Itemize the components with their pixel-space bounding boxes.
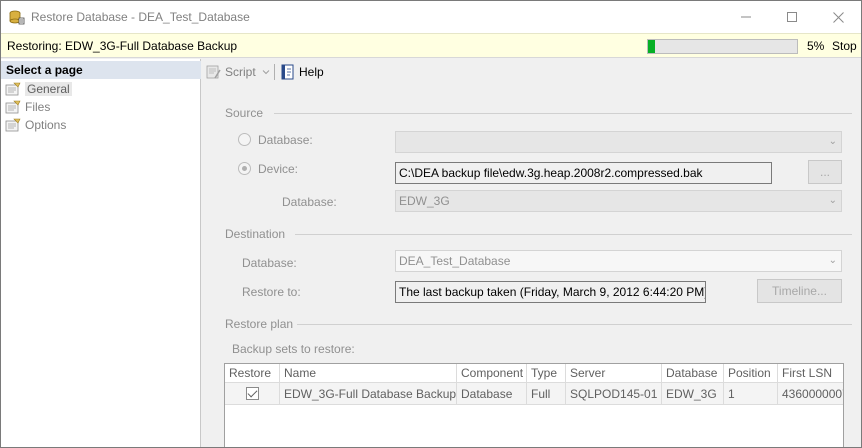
page-item-label: Files <box>25 99 51 114</box>
close-icon <box>832 11 844 23</box>
column-header-database[interactable]: Database <box>662 364 724 382</box>
destination-database-value: DEA_Test_Database <box>399 254 511 268</box>
source-section-label: Source <box>225 106 264 120</box>
chevron-down-icon: ⌄ <box>828 255 837 266</box>
name-cell: EDW_3G-Full Database Backup <box>280 383 457 404</box>
server-cell: SQLPOD145-01 <box>566 383 662 404</box>
type-cell: Full <box>527 383 566 404</box>
help-label: Help <box>299 65 324 79</box>
source-device-radio[interactable] <box>238 162 251 175</box>
restore-options-pane: Script Help Source Database: ⌄ Device: C… <box>202 59 861 447</box>
chevron-down-icon: ⌄ <box>828 136 837 147</box>
page-item-files[interactable]: Files <box>5 98 50 115</box>
progress-status: Restoring: EDW_3G-Full Database Backup <box>7 39 238 53</box>
page-icon <box>5 82 21 95</box>
chevron-down-icon: ⌄ <box>828 195 837 206</box>
restore-checkbox[interactable] <box>245 387 259 400</box>
help-icon <box>281 64 294 80</box>
restore-database-window: Restore Database - DEA_Test_Database Res… <box>0 0 862 448</box>
column-header-first-lsn[interactable]: First LSN <box>778 364 843 382</box>
source-database-select[interactable]: EDW_3G ⌄ <box>395 190 842 212</box>
page-item-label: Options <box>25 117 67 132</box>
column-header-restore[interactable]: Restore <box>225 364 280 382</box>
restore-to-label: Restore to: <box>242 285 301 299</box>
progress-fill <box>648 40 656 53</box>
position-cell: 1 <box>724 383 778 404</box>
progress-percent: 5% <box>807 39 825 53</box>
column-header-component[interactable]: Component <box>457 364 527 382</box>
column-header-position[interactable]: Position <box>724 364 778 382</box>
page-icon <box>5 118 21 131</box>
toolbar-separator <box>274 64 275 80</box>
device-path-field[interactable]: C:\DEA backup file\edw.3g.heap.2008r2.co… <box>395 162 772 184</box>
destination-divider <box>295 234 852 235</box>
minimize-button[interactable] <box>723 1 769 33</box>
page-item-general[interactable]: General <box>5 80 72 97</box>
source-database-value: EDW_3G <box>399 194 450 208</box>
close-button[interactable] <box>815 1 861 33</box>
column-header-name[interactable]: Name <box>280 364 457 382</box>
source-database-label: Database: <box>282 195 337 209</box>
grid-header: Restore Name Component Type Server Datab… <box>225 364 843 383</box>
script-button[interactable]: Script <box>206 63 270 81</box>
page-item-label: General <box>25 81 72 96</box>
column-header-type[interactable]: Type <box>527 364 566 382</box>
source-database-dropdown[interactable]: ⌄ <box>395 131 842 153</box>
component-cell: Database <box>457 383 527 404</box>
page-item-options[interactable]: Options <box>5 116 66 133</box>
database-cell: EDW_3G <box>662 383 724 404</box>
script-label: Script <box>225 65 256 79</box>
progress-strip: Restoring: EDW_3G-Full Database Backup 5… <box>1 33 861 58</box>
timeline-button[interactable]: Timeline... <box>757 279 842 303</box>
destination-database-combo[interactable]: DEA_Test_Database ⌄ <box>395 250 842 272</box>
destination-database-label: Database: <box>242 256 297 270</box>
restore-cell <box>225 383 280 404</box>
select-page-header: Select a page <box>1 61 201 79</box>
database-restore-icon <box>9 10 25 25</box>
first-lsn-cell: 4360000007 <box>782 386 844 401</box>
script-icon <box>206 65 221 79</box>
select-page-pane: Select a page General Files Options <box>1 59 201 447</box>
restore-plan-section-label: Restore plan <box>225 317 294 331</box>
maximize-icon <box>787 12 797 22</box>
source-device-radio-label: Device: <box>258 162 299 176</box>
minimize-icon <box>741 16 751 18</box>
page-icon <box>5 100 21 113</box>
backup-sets-grid[interactable]: Restore Name Component Type Server Datab… <box>224 363 844 447</box>
chevron-down-icon <box>262 70 270 75</box>
stop-link[interactable]: Stop <box>832 39 857 53</box>
source-database-radio-label: Database: <box>258 133 313 147</box>
title-bar: Restore Database - DEA_Test_Database <box>1 1 861 33</box>
window-title: Restore Database - DEA_Test_Database <box>31 10 250 24</box>
toolbar: Script Help <box>202 59 861 86</box>
column-header-server[interactable]: Server <box>566 364 662 382</box>
help-button[interactable]: Help <box>280 63 324 81</box>
destination-section-label: Destination <box>225 227 286 241</box>
restore-plan-divider <box>297 324 852 325</box>
browse-device-button[interactable]: ... <box>808 160 842 184</box>
restore-to-field[interactable]: The last backup taken (Friday, March 9, … <box>395 281 706 303</box>
backup-sets-label: Backup sets to restore: <box>232 342 355 356</box>
table-row[interactable]: EDW_3G-Full Database Backup Database Ful… <box>225 383 844 405</box>
progress-bar <box>647 39 798 54</box>
source-database-radio[interactable] <box>238 133 251 146</box>
source-divider <box>274 113 852 114</box>
maximize-button[interactable] <box>769 1 815 33</box>
